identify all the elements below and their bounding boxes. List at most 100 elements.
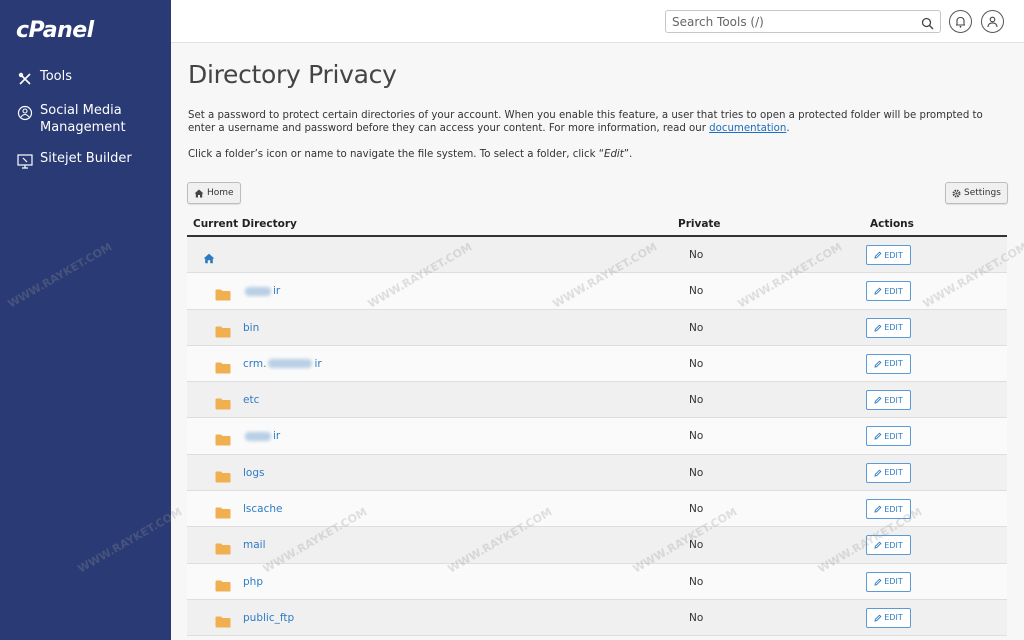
directory-name-link[interactable]: ir xyxy=(243,430,280,442)
hint-end: ”. xyxy=(623,149,633,160)
folder-icon[interactable] xyxy=(215,468,231,483)
sidebar-item-sitejet[interactable]: Sitejet Builder xyxy=(0,146,171,174)
folder-icon[interactable] xyxy=(215,613,231,628)
documentation-link[interactable]: documentation xyxy=(709,123,786,134)
cpanel-logo[interactable]: cPanel xyxy=(16,18,94,43)
edit-button[interactable]: EDIT xyxy=(866,571,911,592)
settings-button[interactable]: Settings xyxy=(945,182,1008,204)
table-row: etc No EDIT xyxy=(187,382,1007,419)
social-line-2: Management xyxy=(40,120,126,135)
settings-button-label: Settings xyxy=(964,188,1001,198)
pencil-icon xyxy=(874,433,882,441)
directory-name-link[interactable]: ir xyxy=(243,285,280,297)
home-folder-icon[interactable] xyxy=(203,249,215,268)
table-row: lscache No EDIT xyxy=(187,491,1007,528)
edit-label: EDIT xyxy=(884,540,903,550)
folder-icon[interactable] xyxy=(215,431,231,446)
directory-name-text: ir xyxy=(273,430,281,443)
pencil-icon xyxy=(874,396,882,404)
folder-icon[interactable] xyxy=(215,359,231,374)
user-menu-button[interactable] xyxy=(981,10,1004,33)
pencil-icon xyxy=(874,578,882,586)
table-row: crm. ir No EDIT xyxy=(187,345,1007,383)
folder-icon[interactable] xyxy=(215,540,231,555)
sidebar-item-social-media[interactable]: Social Media Management xyxy=(0,98,171,140)
directory-name-link[interactable]: php xyxy=(243,576,263,588)
navigation-hint: Click a folder’s icon or name to navigat… xyxy=(188,149,632,160)
edit-button[interactable]: EDIT xyxy=(866,607,911,628)
edit-label: EDIT xyxy=(884,468,903,478)
sidebar-item-tools[interactable]: Tools xyxy=(0,64,171,92)
redacted-text xyxy=(245,286,271,296)
directory-name-text: lscache xyxy=(243,503,283,516)
pencil-icon xyxy=(874,469,882,477)
table-header: Current Directory Private Actions xyxy=(187,214,1007,237)
directory-name-link[interactable]: bin xyxy=(243,322,259,334)
private-status: No xyxy=(689,611,704,624)
edit-button[interactable]: EDIT xyxy=(866,245,911,265)
private-status: No xyxy=(689,394,704,407)
search-icon[interactable] xyxy=(921,15,934,30)
edit-button[interactable]: EDIT xyxy=(866,499,911,520)
description-end: . xyxy=(786,123,790,134)
private-status: No xyxy=(689,285,704,298)
table-row: ir No EDIT xyxy=(187,418,1007,455)
notifications-button[interactable] xyxy=(949,10,972,33)
home-button-label: Home xyxy=(207,188,234,198)
main-content: Directory Privacy Set a password to prot… xyxy=(6,44,1024,640)
sidebar-item-label: Tools xyxy=(40,69,73,84)
redacted-text xyxy=(245,431,271,441)
sidebar-nav: Tools Social Media Management Sitejet Bui… xyxy=(0,64,171,180)
edit-label: EDIT xyxy=(884,323,903,333)
edit-label: EDIT xyxy=(884,613,903,623)
directory-name-text: etc xyxy=(243,394,260,407)
folder-icon[interactable] xyxy=(215,504,231,519)
edit-button[interactable]: EDIT xyxy=(866,535,911,556)
private-status: No xyxy=(689,575,704,588)
edit-label: EDIT xyxy=(884,250,903,260)
directory-name-link[interactable]: crm. ir xyxy=(243,358,322,370)
pencil-icon xyxy=(874,614,882,622)
folder-icon[interactable] xyxy=(215,323,231,338)
edit-label: EDIT xyxy=(884,395,903,405)
private-status: No xyxy=(689,249,704,261)
folder-icon[interactable] xyxy=(215,395,231,410)
table-row: ir No EDIT xyxy=(187,273,1007,310)
edit-button[interactable]: EDIT xyxy=(866,353,911,374)
home-icon xyxy=(194,189,204,197)
directory-name-link[interactable]: public_ftp xyxy=(243,612,294,624)
search-input[interactable] xyxy=(672,13,912,30)
folder-icon[interactable] xyxy=(215,577,231,592)
gear-icon xyxy=(952,189,961,197)
search-box[interactable] xyxy=(665,10,941,33)
directory-name-link[interactable]: etc xyxy=(243,394,259,406)
table-row: mail No EDIT xyxy=(187,527,1007,564)
table-row: public_ftp No EDIT xyxy=(187,599,1007,637)
edit-button[interactable]: EDIT xyxy=(866,281,911,302)
table-row: logs No EDIT xyxy=(187,454,1007,492)
folder-icon[interactable] xyxy=(215,286,231,301)
directory-name-text: logs xyxy=(243,466,265,479)
home-button[interactable]: Home xyxy=(187,182,241,204)
pencil-icon xyxy=(874,251,882,259)
column-current-directory: Current Directory xyxy=(193,218,297,230)
directory-name-link[interactable]: logs xyxy=(243,467,264,479)
edit-button[interactable]: EDIT xyxy=(866,390,911,411)
pencil-icon xyxy=(874,505,882,513)
redacted-text xyxy=(268,359,313,369)
directory-name-link[interactable]: mail xyxy=(243,539,266,551)
sidebar-item-label: Social Media Management xyxy=(40,102,126,136)
private-status: No xyxy=(689,321,704,334)
pencil-icon xyxy=(874,360,882,368)
edit-button[interactable]: EDIT xyxy=(866,426,911,447)
table-row: php No EDIT xyxy=(187,563,1007,600)
edit-button[interactable]: EDIT xyxy=(866,317,911,338)
bell-icon xyxy=(956,16,965,28)
pencil-icon xyxy=(874,541,882,549)
top-header xyxy=(171,0,1024,43)
pencil-icon xyxy=(874,287,882,295)
directory-name-text: ir xyxy=(314,357,322,370)
directory-name-link[interactable]: lscache xyxy=(243,503,282,515)
edit-button[interactable]: EDIT xyxy=(866,462,911,483)
hint-edit: Edit xyxy=(604,149,624,160)
